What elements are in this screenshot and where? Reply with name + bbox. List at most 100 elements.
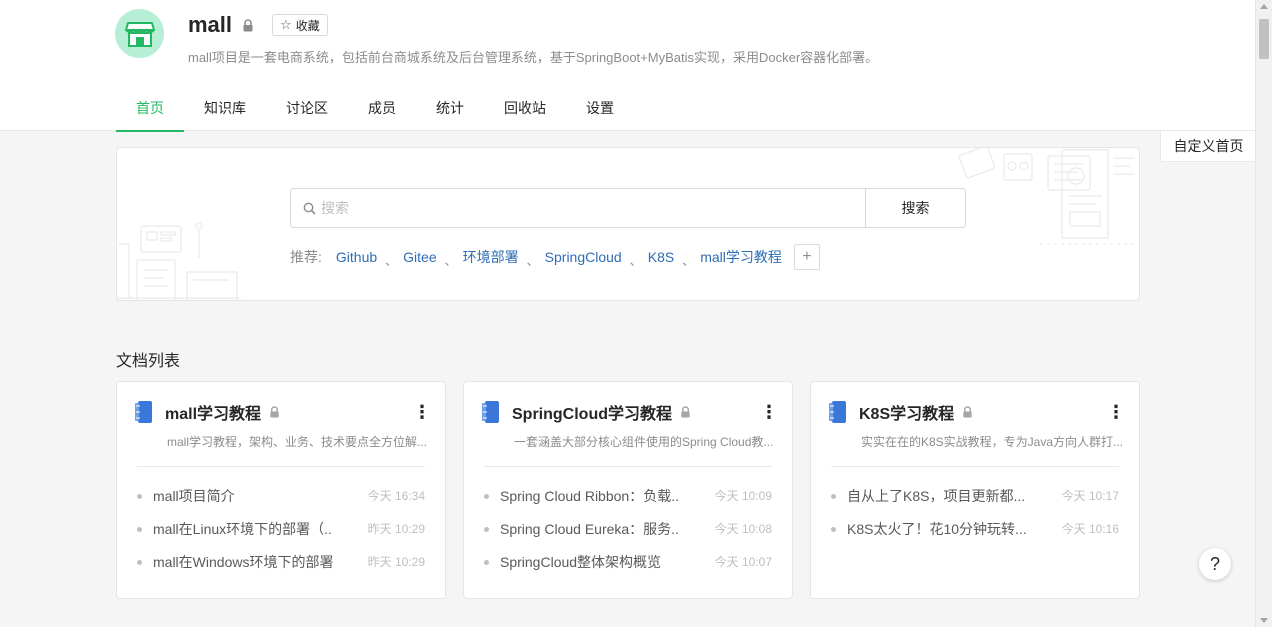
card-title[interactable]: K8S学习教程	[859, 400, 954, 424]
more-options-icon[interactable]: ⋮	[1107, 401, 1125, 423]
search-input[interactable]: 搜索	[291, 189, 865, 227]
book-icon	[482, 401, 500, 423]
tab-home[interactable]: 首页	[116, 84, 184, 132]
lock-icon	[962, 406, 973, 418]
doc-time: 今天 10:09	[714, 489, 772, 503]
bullet-icon	[484, 560, 489, 565]
card-title[interactable]: SpringCloud学习教程	[512, 400, 672, 424]
doc-title[interactable]: SpringCloud整体架构概览	[500, 553, 680, 572]
decorative-illustration-left	[117, 222, 241, 300]
list-item[interactable]: 自从上了K8S，项目更新都... 今天 10:17	[831, 487, 1119, 520]
list-item[interactable]: mall项目简介 今天 16:34	[137, 487, 425, 520]
list-item[interactable]: Spring Cloud Ribbon：负载... 今天 10:09	[484, 487, 772, 520]
list-item[interactable]: K8S太火了！花10分钟玩转... 今天 10:16	[831, 520, 1119, 553]
add-recommend-button[interactable]: +	[793, 244, 820, 270]
recommend-separator: 、	[385, 253, 398, 268]
tab-discussion[interactable]: 讨论区	[266, 84, 348, 131]
search-box: 搜索 搜索	[290, 188, 966, 228]
book-card-k8s[interactable]: K8S学习教程 ⋮ 实实在在的K8S实战教程，专为Java方向人群打... 自从…	[810, 381, 1140, 599]
favorite-button[interactable]: ☆ 收藏	[272, 14, 328, 36]
book-card-springcloud[interactable]: SpringCloud学习教程 ⋮ 一套涵盖大部分核心组件使用的Spring C…	[463, 381, 793, 599]
doc-title[interactable]: Spring Cloud Ribbon：负载...	[500, 487, 680, 506]
recommend-link-mall-tutorial[interactable]: mall学习教程	[700, 247, 782, 267]
doc-title[interactable]: Spring Cloud Eureka：服务...	[500, 520, 680, 539]
recommend-label: 推荐:	[290, 249, 322, 265]
card-description: mall学习教程，架构、业务、技术要点全方位解...	[167, 435, 428, 449]
favorite-label: 收藏	[295, 18, 320, 33]
card-description: 实实在在的K8S实战教程，专为Java方向人群打...	[861, 435, 1124, 449]
bullet-icon	[484, 494, 489, 499]
book-icon	[829, 401, 847, 423]
bullet-icon	[484, 527, 489, 532]
doc-list-title: 文档列表	[116, 353, 181, 370]
doc-time: 今天 10:17	[1061, 489, 1119, 503]
bullet-icon	[137, 494, 142, 499]
recommend-separator: 、	[444, 253, 457, 268]
list-item[interactable]: Spring Cloud Eureka：服务... 今天 10:08	[484, 520, 772, 553]
more-options-icon[interactable]: ⋮	[760, 401, 778, 423]
bullet-icon	[831, 527, 836, 532]
bullet-icon	[137, 560, 142, 565]
doc-time: 昨天 10:29	[367, 555, 425, 569]
lock-icon	[269, 406, 280, 418]
divider	[137, 466, 425, 467]
tab-recycle-bin[interactable]: 回收站	[484, 84, 566, 131]
lock-icon	[680, 406, 691, 418]
book-card-mall[interactable]: mall学习教程 ⋮ mall学习教程，架构、业务、技术要点全方位解... ma…	[116, 381, 446, 599]
decorative-illustration-right	[958, 148, 1138, 245]
doc-time: 昨天 10:29	[367, 522, 425, 536]
store-icon	[124, 21, 155, 47]
divider	[484, 466, 772, 467]
book-icon	[135, 401, 153, 423]
page-scrollbar[interactable]	[1255, 0, 1272, 627]
customize-homepage-button[interactable]: 自定义首页	[1160, 130, 1256, 162]
star-icon: ☆	[280, 17, 292, 32]
doc-list: 自从上了K8S，项目更新都... 今天 10:17 K8S太火了！花10分钟玩转.…	[831, 487, 1119, 553]
recommend-link-deployment[interactable]: 环境部署	[463, 247, 519, 267]
tab-knowledge-base[interactable]: 知识库	[184, 84, 266, 131]
book-title: mall	[188, 12, 233, 37]
book-logo	[115, 9, 164, 58]
recommend-separator: 、	[526, 253, 539, 268]
recommend-separator: 、	[629, 253, 642, 268]
list-item[interactable]: mall在Linux环境下的部署（... 昨天 10:29	[137, 520, 425, 553]
help-button[interactable]: ?	[1199, 548, 1231, 580]
doc-title[interactable]: 自从上了K8S，项目更新都...	[847, 487, 1027, 506]
scroll-down-arrow-icon[interactable]	[1260, 618, 1268, 623]
search-button[interactable]: 搜索	[865, 189, 965, 227]
tab-settings[interactable]: 设置	[566, 84, 634, 131]
tab-statistics[interactable]: 统计	[416, 84, 484, 131]
recommend-link-k8s[interactable]: K8S	[648, 249, 674, 265]
more-options-icon[interactable]: ⋮	[413, 401, 431, 423]
book-description: mall项目是一套电商系统，包括前台商城系统及后台管理系统，基于SpringBo…	[188, 50, 879, 65]
divider	[831, 466, 1119, 467]
lock-icon	[242, 18, 254, 32]
bullet-icon	[137, 527, 142, 532]
doc-title[interactable]: mall项目简介	[153, 487, 333, 506]
recommend-separator: 、	[682, 253, 695, 268]
doc-time: 今天 16:34	[367, 489, 425, 503]
doc-title[interactable]: K8S太火了！花10分钟玩转...	[847, 520, 1027, 539]
doc-time: 今天 10:08	[714, 522, 772, 536]
doc-title[interactable]: mall在Windows环境下的部署	[153, 553, 333, 572]
search-placeholder: 搜索	[321, 200, 349, 216]
book-header: mall ☆ 收藏 mall项目是一套电商系统，包括前台商城系统及后台管理系统，…	[0, 0, 1255, 132]
nav-tabs: 首页 知识库 讨论区 成员 统计 回收站 设置	[116, 84, 634, 132]
recommend-row: 推荐: Github 、 Gitee 、 环境部署 、 SpringCloud …	[290, 244, 820, 270]
list-item[interactable]: SpringCloud整体架构概览 今天 10:07	[484, 553, 772, 586]
doc-list: Spring Cloud Ribbon：负载... 今天 10:09 Spring…	[484, 487, 772, 586]
search-icon	[303, 202, 316, 215]
recommend-link-springcloud[interactable]: SpringCloud	[545, 249, 622, 265]
bullet-icon	[831, 494, 836, 499]
doc-title[interactable]: mall在Linux环境下的部署（...	[153, 520, 333, 539]
card-description: 一套涵盖大部分核心组件使用的Spring Cloud教...	[514, 435, 774, 449]
recommend-link-gitee[interactable]: Gitee	[403, 249, 436, 265]
recommend-link-github[interactable]: Github	[336, 249, 377, 265]
tab-members[interactable]: 成员	[348, 84, 416, 131]
card-title[interactable]: mall学习教程	[165, 400, 261, 424]
scroll-up-arrow-icon[interactable]	[1260, 4, 1268, 9]
list-item[interactable]: mall在Windows环境下的部署 昨天 10:29	[137, 553, 425, 586]
doc-time: 今天 10:16	[1061, 522, 1119, 536]
scroll-thumb[interactable]	[1259, 19, 1269, 59]
search-panel: 搜索 搜索 推荐: Github 、 Gitee 、 环境部署 、 Spring…	[116, 147, 1140, 301]
